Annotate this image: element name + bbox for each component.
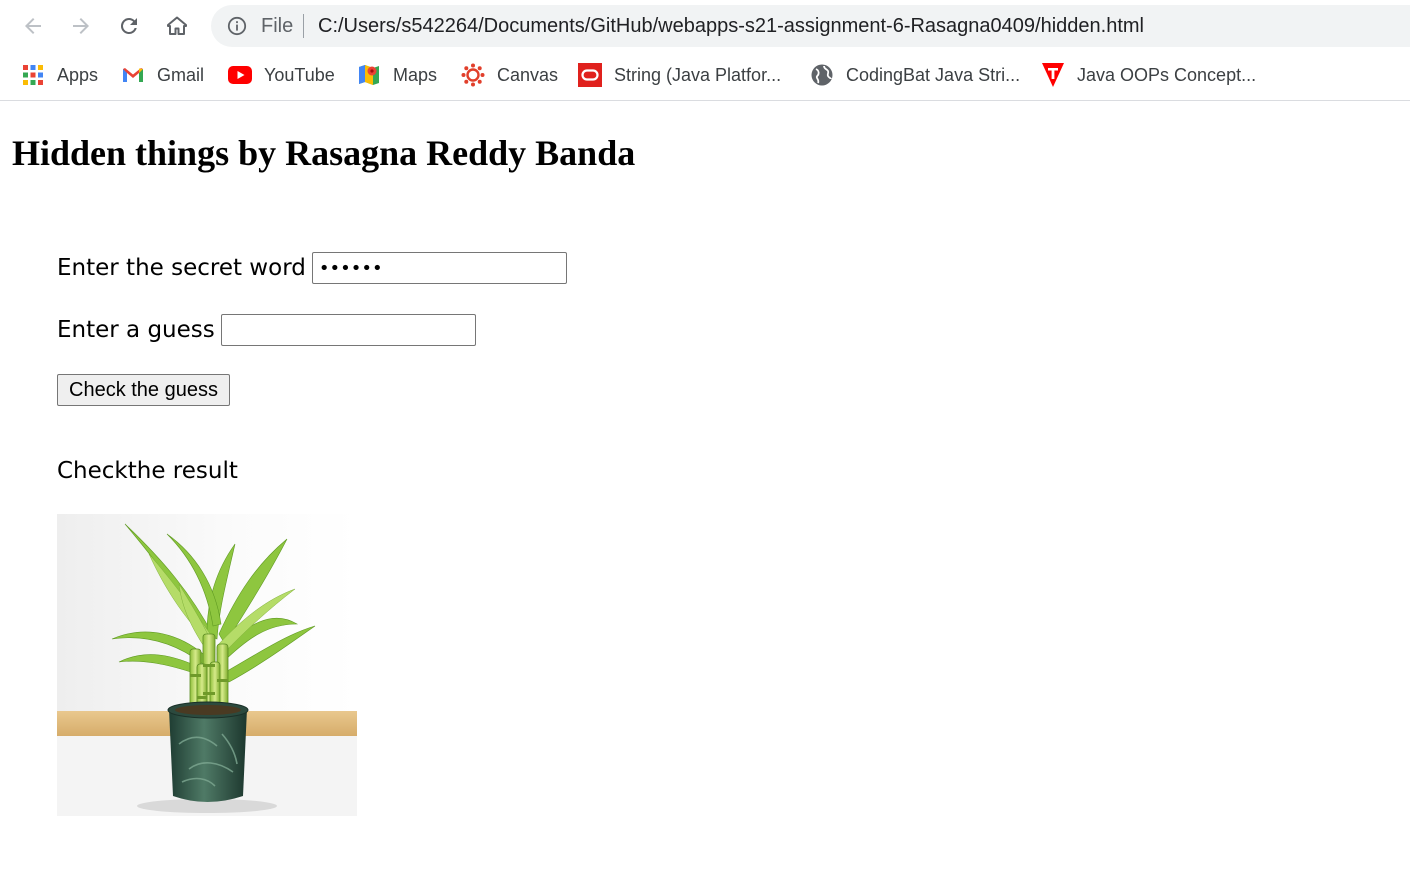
back-button[interactable] (17, 10, 49, 42)
home-icon (167, 16, 187, 35)
bookmark-java-string[interactable]: String (Java Platfor... (578, 62, 781, 88)
oracle-icon (578, 63, 602, 87)
bookmark-youtube[interactable]: YouTube (228, 62, 335, 88)
info-icon[interactable] (227, 16, 247, 36)
bookmark-canvas[interactable]: Canvas (461, 62, 558, 88)
reload-button[interactable] (113, 10, 145, 42)
guess-row: Enter a guess (57, 314, 476, 346)
check-guess-button[interactable]: Check the guess (57, 374, 230, 406)
arrow-right-icon (73, 18, 89, 34)
result-text: Checkthe result (57, 458, 238, 484)
plant-image (57, 514, 357, 816)
address-bar[interactable]: File C:/Users/s542264/Documents/GitHub/w… (211, 5, 1410, 47)
reload-icon (120, 17, 137, 34)
bookmarks-bar: Apps Gmail YouTube Maps Canvas String (J… (0, 52, 1410, 101)
bookmark-label: Java OOPs Concept... (1077, 64, 1257, 85)
secret-word-row: Enter the secret word (57, 252, 567, 284)
bookmark-apps[interactable]: Apps (21, 62, 98, 88)
bookmark-maps[interactable]: Maps (357, 62, 437, 88)
bookmark-label: Gmail (157, 64, 205, 85)
globe-icon (810, 63, 834, 87)
bookmark-label: Maps (393, 64, 438, 85)
page-title: Hidden things by Rasagna Reddy Banda (12, 133, 636, 173)
apps-grid-icon (21, 63, 45, 87)
canvas-icon (461, 63, 485, 87)
url-text[interactable]: C:/Users/s542264/Documents/GitHub/webapp… (318, 15, 1144, 37)
forward-button[interactable] (65, 10, 97, 42)
secret-word-input[interactable] (311, 252, 567, 284)
javatpoint-icon (1041, 63, 1065, 87)
home-button[interactable] (161, 10, 193, 42)
bookmark-codingbat[interactable]: CodingBat Java Stri... (810, 62, 1020, 88)
youtube-icon (228, 63, 252, 87)
gmail-icon (121, 63, 145, 87)
browser-toolbar: File C:/Users/s542264/Documents/GitHub/w… (0, 0, 1410, 52)
bookmark-label: CodingBat Java Stri... (846, 64, 1021, 85)
bookmark-label: Canvas (497, 64, 559, 85)
bookmark-javatpoint[interactable]: Java OOPs Concept... (1041, 62, 1256, 88)
bookmark-gmail[interactable]: Gmail (121, 62, 204, 88)
guess-input[interactable] (220, 314, 476, 346)
url-separator (303, 14, 304, 38)
maps-icon (357, 63, 381, 87)
bookmark-label: Apps (57, 64, 99, 85)
bookmark-label: String (Java Platfor... (614, 64, 782, 85)
url-scheme-label: File (261, 15, 294, 37)
bookmark-label: YouTube (264, 64, 335, 85)
secret-word-label: Enter the secret word (57, 255, 306, 281)
guess-label: Enter a guess (57, 317, 215, 343)
arrow-left-icon (25, 18, 41, 34)
